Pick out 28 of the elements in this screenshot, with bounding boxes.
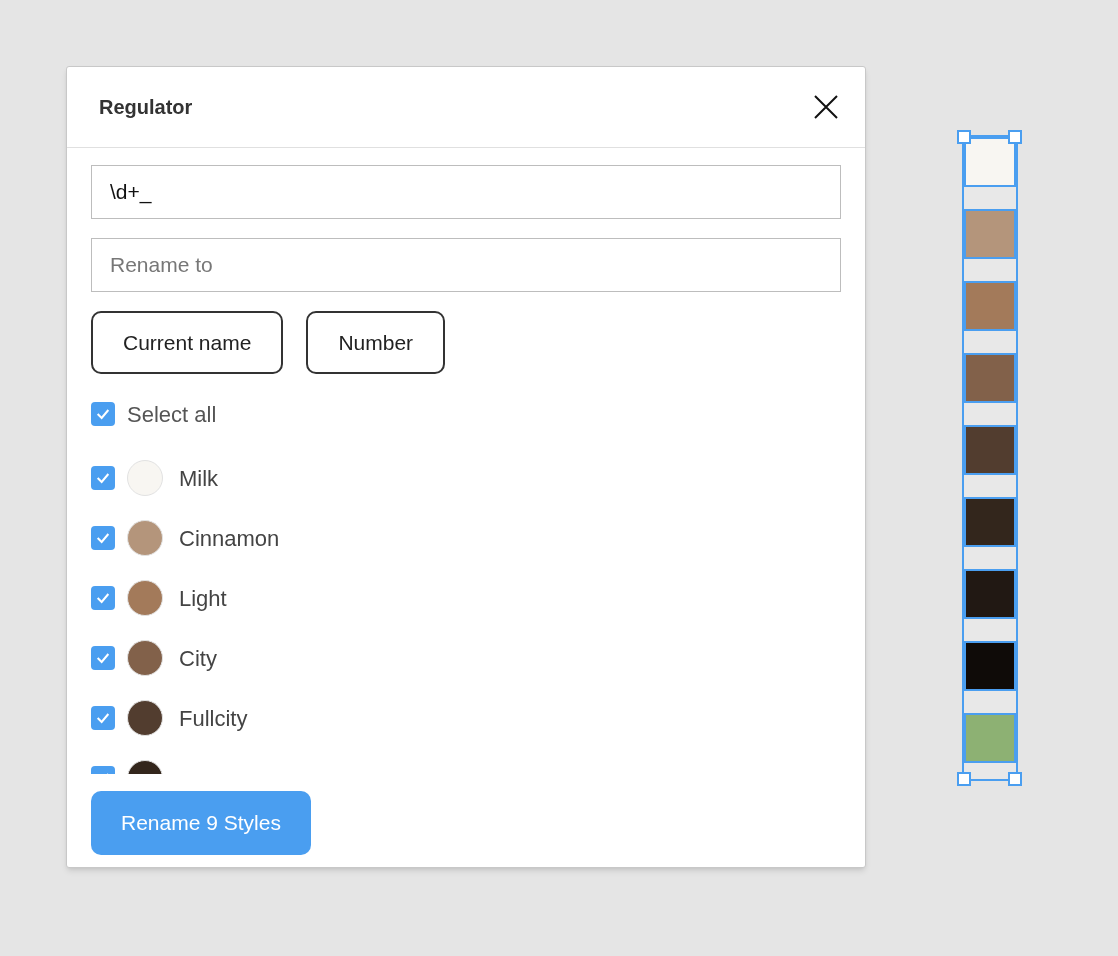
checkmark-icon — [95, 590, 111, 606]
style-name: Fullcity — [179, 704, 248, 733]
checkmark-icon — [95, 406, 111, 422]
insert-token-button[interactable]: Current name — [91, 311, 284, 374]
checkbox[interactable] — [91, 466, 115, 490]
select-all-label: Select all — [127, 400, 217, 429]
checkbox[interactable] — [91, 586, 115, 610]
checkmark-icon — [95, 650, 111, 666]
style-name: Milk — [179, 464, 219, 493]
resize-handle[interactable] — [957, 772, 971, 786]
checkbox[interactable] — [91, 526, 115, 550]
style-name: City — [179, 644, 217, 673]
resize-handle[interactable] — [1008, 772, 1022, 786]
insert-token-button[interactable]: Number — [306, 311, 446, 374]
checkbox[interactable] — [91, 402, 115, 426]
checkmark-icon — [95, 710, 111, 726]
checkmark-icon — [95, 530, 111, 546]
checkmark-icon — [95, 470, 111, 486]
resize-handle[interactable] — [957, 130, 971, 144]
rename-input-field[interactable]: Rename to — [91, 238, 841, 292]
style-name: Cinnamon — [179, 524, 280, 553]
style-name: Light — [179, 584, 227, 613]
regex-input-field[interactable]: \d+_ — [91, 165, 841, 219]
dialog-title: Regulator — [99, 95, 193, 120]
checkbox[interactable] — [91, 646, 115, 670]
checkbox[interactable] — [91, 706, 115, 730]
close-icon[interactable] — [813, 94, 839, 120]
resize-handle[interactable] — [1008, 130, 1022, 144]
